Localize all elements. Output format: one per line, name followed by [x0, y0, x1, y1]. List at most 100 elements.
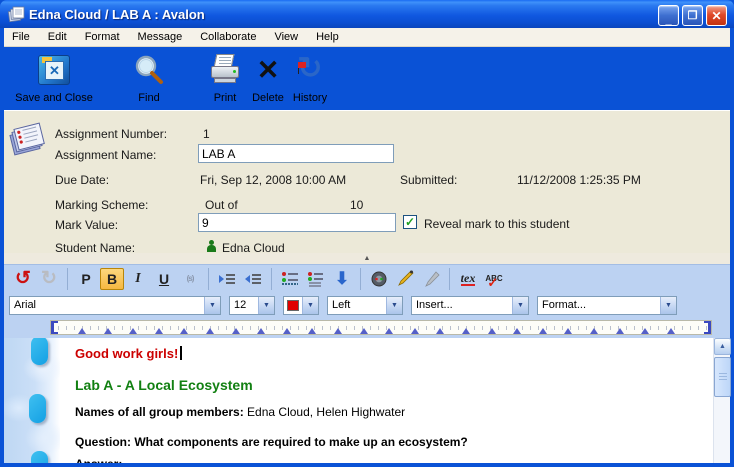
format-dropdown[interactable]: Format... ▼: [537, 296, 677, 315]
assignment-form: Assignment Number: 1 Assignment Name: Du…: [4, 110, 730, 253]
mark-value-label: Mark Value:: [55, 218, 118, 232]
main-toolbar: ✕ Save and Close ▼ Find ▼: [4, 47, 730, 110]
color-swatch: [287, 300, 299, 311]
mark-value-input[interactable]: [198, 213, 396, 232]
reveal-mark-label: Reveal mark to this student: [424, 217, 569, 231]
insert-below-button[interactable]: ⬇: [330, 268, 354, 290]
history-icon: ↻: [294, 54, 326, 86]
indent-decrease-button[interactable]: [241, 268, 265, 290]
scroll-up-icon: ▲: [719, 343, 726, 350]
left-margin-marker[interactable]: [51, 321, 58, 334]
tab-stop-marker[interactable]: [462, 328, 470, 334]
spell-as-you-type-button[interactable]: tex: [456, 268, 480, 290]
tab-stop-marker[interactable]: [334, 328, 342, 334]
tab-stop-marker[interactable]: [104, 328, 112, 334]
members-line: Names of all group members: Edna Cloud, …: [75, 405, 405, 419]
highlight-pen-button[interactable]: [393, 268, 417, 290]
doc-heading: Lab A - A Local Ecosystem: [75, 377, 253, 393]
numbered-list-icon: [307, 271, 325, 287]
menu-format[interactable]: Format: [85, 31, 120, 43]
tab-stop-marker[interactable]: [257, 328, 265, 334]
redo-button[interactable]: ↻: [37, 268, 61, 290]
tab-stop-marker[interactable]: [667, 328, 675, 334]
tab-stop-marker[interactable]: [564, 328, 572, 334]
tab-stop-marker[interactable]: [488, 328, 496, 334]
align-dropdown[interactable]: Left ▼: [327, 296, 403, 315]
print-button[interactable]: Print: [206, 52, 244, 104]
menu-edit[interactable]: Edit: [48, 31, 67, 43]
scrollbar-thumb[interactable]: [714, 357, 731, 397]
link-target-button[interactable]: [367, 268, 391, 290]
underline-button[interactable]: U: [152, 268, 176, 290]
delete-button[interactable]: ✕ Delete: [247, 52, 289, 104]
tab-stop-marker[interactable]: [129, 328, 137, 334]
font-size-dropdown[interactable]: 12 ▼: [229, 296, 275, 315]
highlight-pen-icon: [396, 270, 414, 288]
stamp-button[interactable]: [419, 268, 443, 290]
menu-collaborate[interactable]: Collaborate: [200, 31, 256, 43]
submitted-value: 11/12/2008 1:25:35 PM: [517, 173, 641, 187]
tab-stop-marker[interactable]: [78, 328, 86, 334]
question-line: Question: What components are required t…: [75, 435, 468, 449]
tab-stop-marker[interactable]: [385, 328, 393, 334]
window-title: Edna Cloud / LAB A : Avalon: [29, 7, 205, 22]
insert-dropdown[interactable]: Insert... ▼: [411, 296, 529, 315]
marking-scheme-type: Out of: [205, 198, 238, 212]
maximize-button[interactable]: ❐: [682, 5, 703, 26]
tab-stop-marker[interactable]: [155, 328, 163, 334]
tab-stop-marker[interactable]: [283, 328, 291, 334]
tab-stop-marker[interactable]: [360, 328, 368, 334]
menu-message[interactable]: Message: [138, 31, 183, 43]
save-icon: ✕: [38, 55, 70, 85]
menu-file[interactable]: File: [12, 31, 30, 43]
comment-line: Good work girls!: [75, 346, 182, 361]
tab-stop-marker[interactable]: [411, 328, 419, 334]
indent-decrease-icon: [244, 272, 262, 286]
scroll-up-button[interactable]: ▲: [714, 338, 731, 355]
italic-button[interactable]: I: [126, 268, 150, 290]
tab-stop-marker[interactable]: [308, 328, 316, 334]
save-and-close-button[interactable]: ✕ Save and Close: [12, 52, 96, 104]
menu-view[interactable]: View: [274, 31, 298, 43]
minimize-button[interactable]: _: [658, 5, 679, 26]
indent-increase-button[interactable]: [215, 268, 239, 290]
ruler[interactable]: [50, 320, 712, 335]
undo-button[interactable]: ↺: [11, 268, 35, 290]
tab-stop-marker[interactable]: [616, 328, 624, 334]
find-button[interactable]: Find: [124, 52, 174, 104]
find-icon: [133, 54, 165, 86]
assignment-name-input[interactable]: [198, 144, 394, 163]
numbered-list-button[interactable]: [304, 268, 328, 290]
close-button[interactable]: ✕: [706, 5, 727, 26]
bullet-list-button[interactable]: [278, 268, 302, 290]
editor-body[interactable]: Good work girls! Lab A - A Local Ecosyst…: [4, 338, 713, 463]
spell-check-button[interactable]: ABC✓: [482, 268, 506, 290]
chevron-down-icon: ▼: [302, 297, 318, 314]
stamp-icon: [422, 270, 440, 288]
assignment-number-value: 1: [203, 127, 210, 141]
tab-stop-marker[interactable]: [206, 328, 214, 334]
font-dropdown[interactable]: Arial ▼: [9, 296, 221, 315]
tab-stop-marker[interactable]: [436, 328, 444, 334]
assignment-name-label: Assignment Name:: [55, 148, 156, 162]
bold-button[interactable]: B: [100, 268, 124, 290]
tab-stop-marker[interactable]: [539, 328, 547, 334]
tab-stop-marker[interactable]: [590, 328, 598, 334]
collapse-icon: ▲: [364, 255, 371, 262]
tab-stop-marker[interactable]: [180, 328, 188, 334]
font-color-dropdown[interactable]: ▼: [283, 296, 319, 315]
reveal-mark-checkbox[interactable]: ✓: [403, 215, 417, 229]
tab-stop-marker[interactable]: [641, 328, 649, 334]
tab-stop-marker[interactable]: [232, 328, 240, 334]
vertical-scrollbar[interactable]: ▲: [713, 338, 730, 463]
plain-style-button[interactable]: P: [74, 268, 98, 290]
document-stack-icon: [7, 5, 25, 23]
title-bar[interactable]: Edna Cloud / LAB A : Avalon _ ❐ ✕: [0, 0, 734, 28]
history-button[interactable]: ↻ History: [287, 52, 333, 104]
tab-stop-marker[interactable]: [513, 328, 521, 334]
format-toolbar: ↺ ↻ P B I U (s): [4, 264, 730, 292]
menu-help[interactable]: Help: [316, 31, 339, 43]
font-size-tag-button[interactable]: (s): [178, 268, 202, 290]
right-margin-marker[interactable]: [704, 321, 711, 334]
pane-splitter[interactable]: ▲: [4, 253, 730, 264]
